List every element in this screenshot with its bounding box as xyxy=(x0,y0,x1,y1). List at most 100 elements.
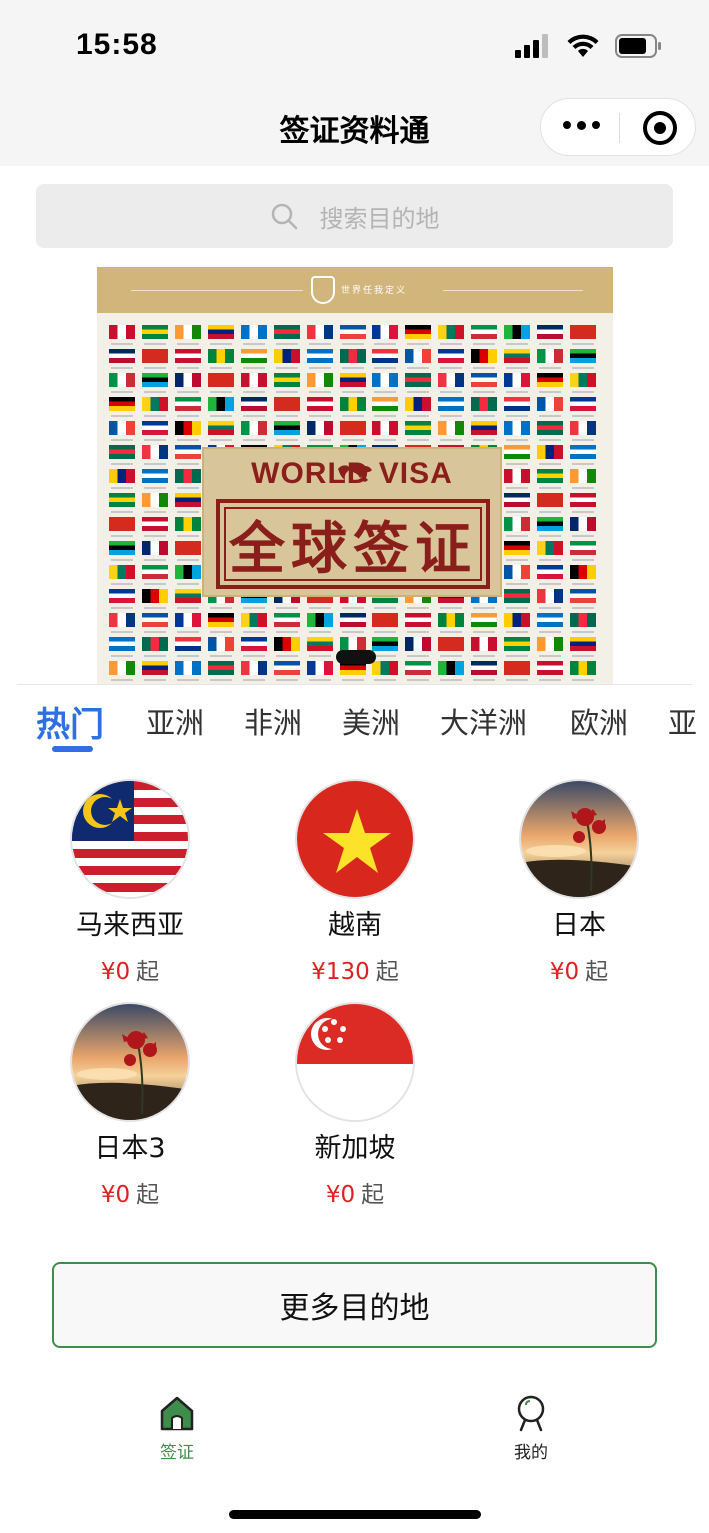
banner-flag xyxy=(570,661,597,684)
banner-flag xyxy=(207,325,234,349)
banner-flag xyxy=(306,637,333,661)
price-value: ¥0 xyxy=(100,1182,131,1208)
tab-americas[interactable]: 美洲 xyxy=(342,700,400,742)
banner-flag xyxy=(570,469,597,493)
banner-flag xyxy=(504,373,531,397)
price-value: ¥0 xyxy=(325,1182,356,1208)
banner-flag xyxy=(141,469,168,493)
banner-flag xyxy=(240,373,267,397)
banner-flag xyxy=(471,325,498,349)
banner-flag xyxy=(109,325,135,349)
banner-flag xyxy=(109,517,135,541)
region-tabs: 热门 亚洲 非洲 美洲 大洋洲 欧洲 亚 xyxy=(36,700,709,760)
banner-flag xyxy=(537,445,564,469)
search-placeholder: 搜索目的地 xyxy=(319,204,440,233)
banner-flag xyxy=(504,637,531,661)
banner-flag xyxy=(273,613,300,637)
banner-flag xyxy=(537,493,564,517)
banner-flag xyxy=(174,565,201,589)
banner-flag xyxy=(174,589,201,613)
destination-price: ¥0 起 xyxy=(479,952,679,986)
banner-flag xyxy=(174,613,201,637)
destination-price: ¥0 起 xyxy=(30,1175,230,1209)
banner-flag xyxy=(174,421,201,445)
banner-flag xyxy=(141,325,168,349)
destination-vietnam[interactable]: 越南 ¥130 起 xyxy=(255,779,455,986)
close-target-icon[interactable] xyxy=(643,111,677,145)
tabbar-label: 我的 xyxy=(514,1443,548,1463)
banner-flag xyxy=(570,349,597,373)
destination-japan-3[interactable]: 日本3 ¥0 起 xyxy=(30,1002,230,1209)
destination-singapore[interactable]: 新加坡 ¥0 起 xyxy=(255,1002,455,1209)
home-icon xyxy=(160,1396,194,1431)
banner-flag xyxy=(109,469,135,493)
tab-asia[interactable]: 亚洲 xyxy=(146,700,204,742)
tab-oceania[interactable]: 大洋洲 xyxy=(440,700,527,742)
banner-flag xyxy=(471,373,498,397)
banner-flag xyxy=(405,637,432,661)
more-destinations-button[interactable]: 更多目的地 xyxy=(52,1262,657,1348)
banner-flag xyxy=(405,661,432,684)
banner-flag xyxy=(174,325,201,349)
banner-flag xyxy=(207,637,234,661)
banner-flag xyxy=(471,637,498,661)
banner-flag xyxy=(207,613,234,637)
sunset-flower-photo xyxy=(70,1002,190,1122)
banner-flag xyxy=(240,397,267,421)
banner-flag xyxy=(109,613,135,637)
banner-flag xyxy=(273,349,300,373)
search-input[interactable]: 搜索目的地 xyxy=(36,184,673,248)
banner-flag xyxy=(141,613,168,637)
stamp-box: 全球签证 xyxy=(216,499,490,589)
banner-flag xyxy=(405,373,432,397)
banner-image[interactable]: 世界任我定义 WORLD VISA 全球签证 xyxy=(97,267,613,684)
status-time: 15:58 xyxy=(76,28,158,61)
banner-flag xyxy=(339,325,366,349)
destination-price: ¥0 起 xyxy=(30,952,230,986)
banner-flag xyxy=(570,493,597,517)
banner-flag xyxy=(537,517,564,541)
banner-flag xyxy=(174,517,201,541)
tab-hot[interactable]: 热门 xyxy=(36,700,104,746)
profile-icon xyxy=(517,1395,545,1432)
destination-japan[interactable]: 日本 ¥0 起 xyxy=(479,779,679,986)
banner-flag xyxy=(207,397,234,421)
banner-flag xyxy=(273,637,300,661)
destination-price: ¥0 起 xyxy=(255,1175,455,1209)
banner-flag xyxy=(405,421,432,445)
banner-flag xyxy=(504,613,531,637)
banner-flag xyxy=(570,421,597,445)
tab-africa[interactable]: 非洲 xyxy=(244,700,302,742)
tab-asia-more[interactable]: 亚 xyxy=(668,700,697,742)
tabbar-item-visa[interactable]: 签证 xyxy=(117,1394,237,1463)
banner-flag xyxy=(306,349,333,373)
banner-flag xyxy=(207,373,234,397)
banner-flag xyxy=(570,613,597,637)
banner-flag xyxy=(537,613,564,637)
banner-flag xyxy=(438,349,465,373)
banner-flag xyxy=(570,565,597,589)
price-value: ¥0 xyxy=(100,959,131,985)
carousel-indicator[interactable] xyxy=(336,650,376,664)
banner-flag xyxy=(109,493,135,517)
more-icon[interactable] xyxy=(563,120,600,130)
banner-flag xyxy=(537,661,564,684)
banner-flag xyxy=(273,661,300,684)
banner-flag xyxy=(273,325,300,349)
banner-flag xyxy=(372,661,399,684)
tab-europe[interactable]: 欧洲 xyxy=(570,700,628,742)
destination-name: 日本 xyxy=(552,910,606,941)
banner-flag xyxy=(372,325,399,349)
active-tab-indicator xyxy=(52,746,93,752)
banner-flag xyxy=(207,661,234,684)
banner-flag xyxy=(405,325,432,349)
destination-malaysia[interactable]: 马来西亚 ¥0 起 xyxy=(30,779,230,986)
banner-flag xyxy=(504,349,531,373)
tabbar-item-profile[interactable]: 我的 xyxy=(471,1394,591,1463)
banner-flag xyxy=(504,565,531,589)
banner-flag xyxy=(438,373,465,397)
banner-flag xyxy=(306,325,333,349)
banner-flag xyxy=(109,541,135,565)
banner-flag xyxy=(504,469,531,493)
signal-icon xyxy=(515,34,548,58)
